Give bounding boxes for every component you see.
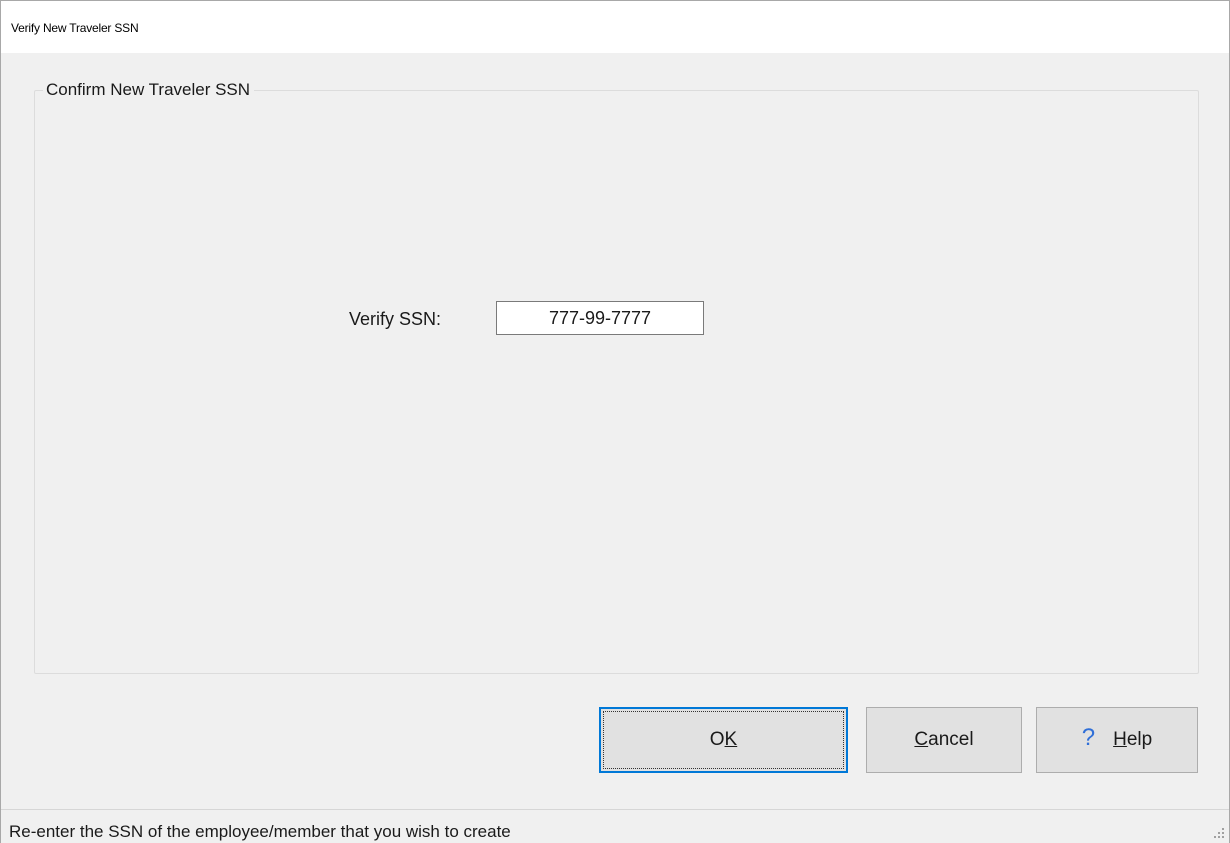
- window-title: Verify New Traveler SSN: [11, 21, 139, 35]
- verify-ssn-label: Verify SSN:: [349, 309, 442, 329]
- status-bar: Re-enter the SSN of the employee/member …: [1, 809, 1229, 843]
- help-button[interactable]: ? Help: [1036, 707, 1198, 773]
- title-bar[interactable]: Verify New Traveler SSN: [1, 1, 1229, 53]
- ok-button-label: OK: [709, 729, 738, 750]
- resize-grip-icon[interactable]: [1213, 827, 1225, 839]
- cancel-button-label: Cancel: [914, 729, 974, 750]
- cancel-button[interactable]: Cancel: [866, 707, 1022, 773]
- status-text: Re-enter the SSN of the employee/member …: [9, 822, 511, 841]
- question-mark-icon: ?: [1081, 724, 1096, 751]
- group-legend: Confirm New Traveler SSN: [43, 80, 255, 100]
- ok-button[interactable]: OK: [599, 707, 848, 773]
- verify-ssn-input[interactable]: [496, 301, 704, 335]
- confirm-ssn-group: [34, 90, 1199, 674]
- help-button-label: Help: [1113, 729, 1153, 750]
- dialog-window: Verify New Traveler SSN Confirm New Trav…: [0, 0, 1230, 843]
